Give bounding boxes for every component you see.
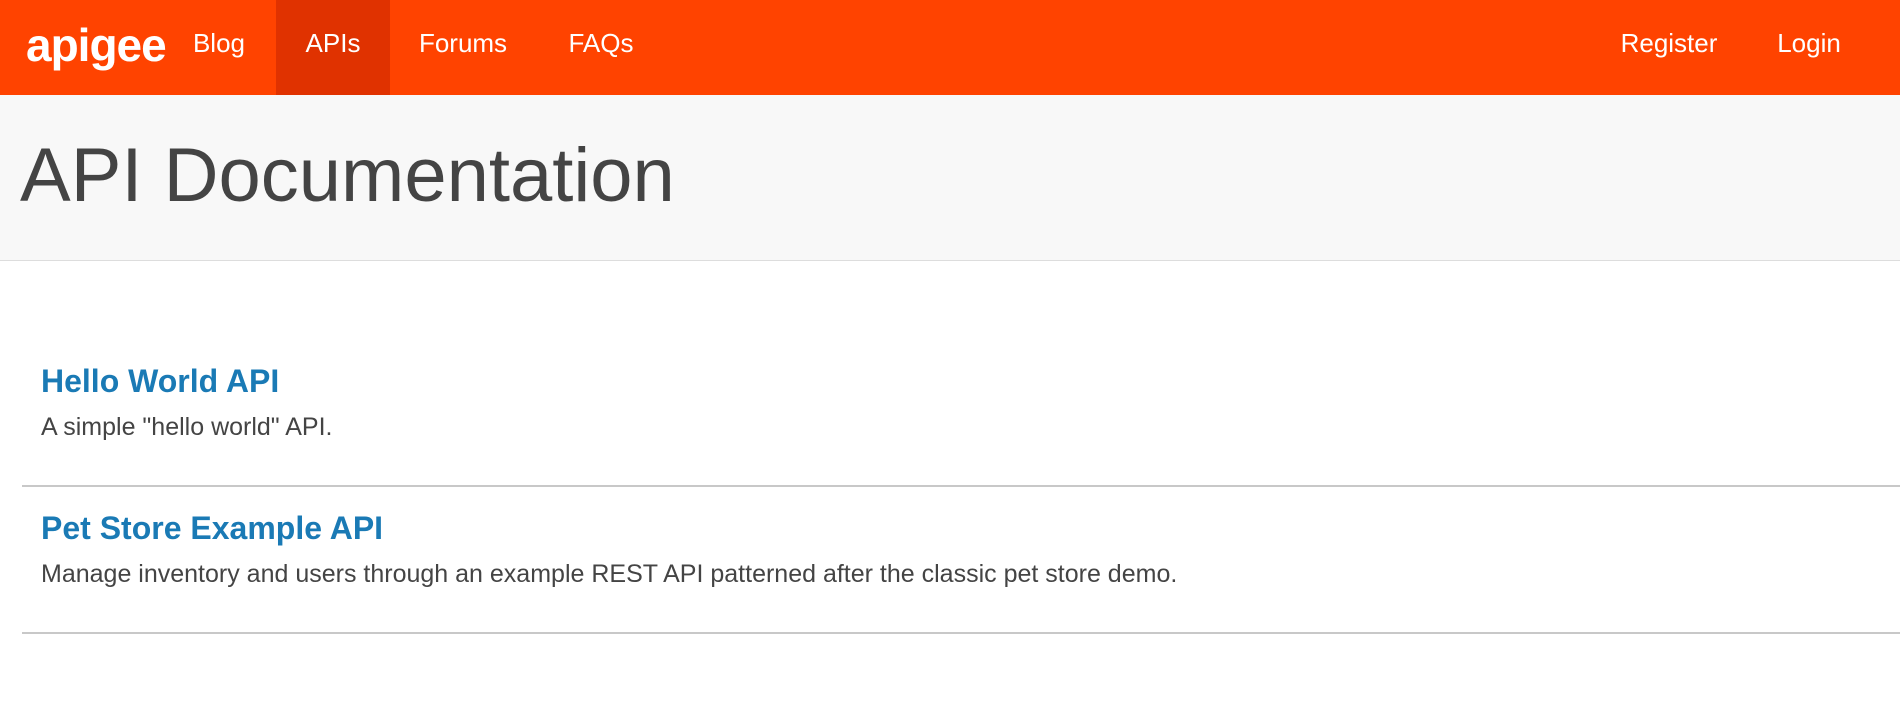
- api-list-item: Pet Store Example API Manage inventory a…: [22, 487, 1900, 634]
- page-title: API Documentation: [20, 133, 675, 218]
- api-list: Hello World API A simple "hello world" A…: [22, 340, 1900, 634]
- nav-item-faqs[interactable]: FAQs: [536, 0, 666, 95]
- register-link[interactable]: Register: [1600, 0, 1738, 95]
- api-title-link[interactable]: Hello World API: [41, 360, 279, 402]
- api-title-link[interactable]: Pet Store Example API: [41, 507, 383, 549]
- nav-item-blog[interactable]: Blog: [168, 0, 270, 95]
- api-description: Manage inventory and users through an ex…: [41, 560, 1178, 588]
- page-header: API Documentation: [0, 95, 1900, 261]
- api-list-item: Hello World API A simple "hello world" A…: [22, 340, 1900, 487]
- nav-item-forums[interactable]: Forums: [396, 0, 530, 95]
- api-description: A simple "hello world" API.: [41, 413, 333, 441]
- top-navbar: apigee Blog APIs Forums FAQs Register Lo…: [0, 0, 1900, 95]
- login-link[interactable]: Login: [1748, 0, 1870, 95]
- apigee-logo[interactable]: apigee: [26, 18, 167, 72]
- nav-item-apis[interactable]: APIs: [276, 0, 390, 95]
